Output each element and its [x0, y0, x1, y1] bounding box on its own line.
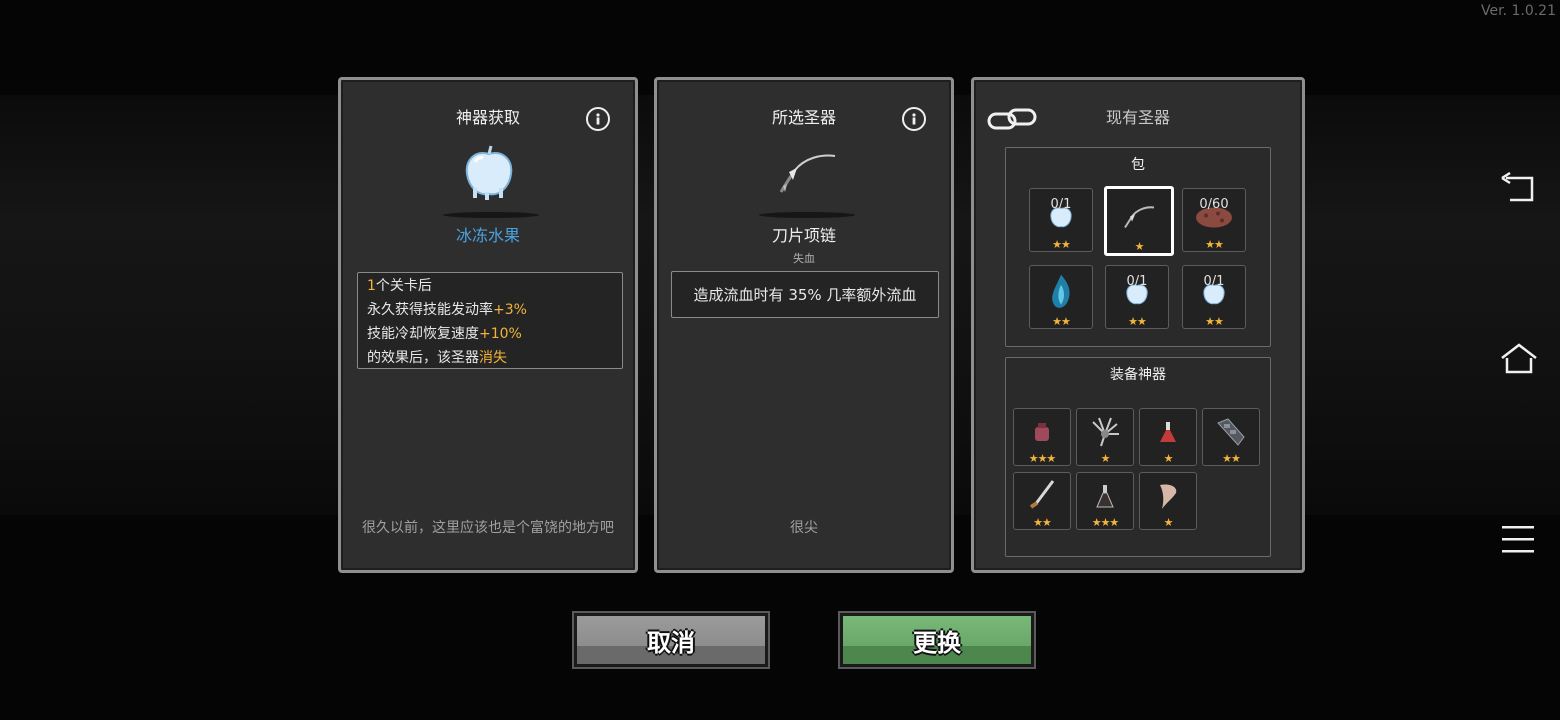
red-potion-icon — [1158, 420, 1178, 448]
panel-title: 现有圣器 — [1105, 108, 1170, 127]
description-text: 的效果后，该圣器 — [367, 350, 479, 366]
description-text: 永久获得技能发动率 — [367, 302, 493, 318]
star-rating: ★★ — [1128, 315, 1147, 328]
star-rating: ★★ — [1222, 452, 1241, 465]
blue-flame-icon — [1046, 273, 1076, 317]
bag-slot-frozen-fruit-icon[interactable]: 0/1 ★★ — [1182, 265, 1246, 329]
equipped-slot-red-pouch-icon[interactable]: ★★★ — [1013, 408, 1071, 466]
bag-slot-frozen-fruit-icon[interactable]: 0/1 ★★ — [1029, 188, 1093, 252]
dark-potion-icon — [1095, 483, 1115, 513]
slot-count: 0/1 — [1050, 197, 1072, 212]
star-rating: ★★ — [1205, 238, 1224, 251]
description-text: 技能冷却恢复速度 — [367, 326, 479, 342]
equipped-slot-gauntlet-icon[interactable]: ★★ — [1202, 408, 1260, 466]
flavor-text: 很久以前，这里应该也是个富饶的地方吧 — [362, 520, 614, 536]
slot-count: 0/1 — [1203, 274, 1225, 289]
bag-slot-frozen-fruit-icon[interactable]: 0/1 ★★ — [1105, 265, 1169, 329]
flavor-text: 很尖 — [790, 520, 818, 536]
bag-slot-blue-flame-icon[interactable]: ★★ — [1029, 265, 1093, 329]
effect-description: 造成流血时有 35% 几率额外流血 — [671, 271, 939, 318]
blade-necklace-icon — [779, 154, 836, 193]
description-line: 永久获得技能发动率+3% — [367, 298, 613, 322]
back-icon[interactable] — [1500, 172, 1536, 204]
highlight-text: +3% — [493, 302, 527, 318]
frozen-fruit-icon — [465, 145, 513, 200]
description-line: 技能冷却恢复速度+10% — [367, 322, 613, 346]
item-name: 冰冻水果 — [455, 226, 520, 245]
bag-slot-blade-necklace-icon[interactable]: ★ — [1104, 186, 1174, 256]
equipped-section: 装备神器 ★★★ ★ ★ ★★ ★★ ★★★ ★ — [1005, 357, 1271, 557]
fang-icon — [1156, 481, 1180, 515]
replace-button[interactable]: 更换 — [838, 611, 1036, 669]
equipped-slot-dagger-icon[interactable]: ★★ — [1013, 472, 1071, 530]
selected-relic-panel: 所选圣器 刀片项链 失血 造成流血时有 35% 几率额外流血 很尖 — [654, 77, 954, 573]
item-shadow — [759, 212, 855, 218]
version-label: Ver. 1.0.21 — [1480, 3, 1556, 19]
gauntlet-icon — [1214, 415, 1248, 453]
claw-icon — [1089, 416, 1121, 452]
star-rating: ★★ — [1033, 516, 1052, 529]
highlight-text: 消失 — [479, 350, 507, 366]
bag-slot-meat-icon[interactable]: 0/60 ★★ — [1182, 188, 1246, 252]
equipped-slot-claw-icon[interactable]: ★ — [1076, 408, 1134, 466]
slot-count: 0/1 — [1126, 274, 1148, 289]
star-rating: ★ — [1163, 452, 1174, 465]
description-line: 的效果后，该圣器消失 — [367, 346, 613, 370]
star-rating: ★ — [1163, 516, 1174, 529]
home-icon[interactable] — [1500, 342, 1538, 376]
cancel-button[interactable]: 取消 — [572, 611, 770, 669]
menu-icon[interactable] — [1500, 524, 1536, 554]
slot-count: 0/60 — [1199, 197, 1229, 212]
owned-relics-panel: 现有圣器 包 0/1 ★★ ★ 0/60 ★★ ★★ 0/1 ★★ 0/1 ★★ 装备神器 ★★★… — [971, 77, 1305, 573]
equipped-slot-red-potion-icon[interactable]: ★ — [1139, 408, 1197, 466]
blade-necklace-icon — [1122, 205, 1156, 235]
star-rating: ★★★ — [1091, 516, 1120, 529]
artifact-acquire-panel: 神器获取 冰冻水果 1个关卡后 永久获得技能发动率+3% 技能冷却恢复速度+10% 的… — [338, 77, 638, 573]
equipped-slot-fang-icon[interactable]: ★ — [1139, 472, 1197, 530]
dagger-icon — [1027, 479, 1057, 517]
item-name: 刀片项链 — [771, 226, 836, 245]
effect-description: 1个关卡后 永久获得技能发动率+3% 技能冷却恢复速度+10% 的效果后，该圣器消失 — [357, 272, 623, 369]
equipped-label: 装备神器 — [1110, 367, 1166, 383]
star-rating: ★ — [1100, 452, 1111, 465]
highlight-text: 1 — [367, 278, 376, 294]
red-pouch-icon — [1031, 421, 1053, 447]
star-rating: ★★★ — [1028, 452, 1057, 465]
bag-section: 包 0/1 ★★ ★ 0/60 ★★ ★★ 0/1 ★★ 0/1 ★★ — [1005, 147, 1271, 347]
equipped-slot-dark-potion-icon[interactable]: ★★★ — [1076, 472, 1134, 530]
info-icon[interactable] — [586, 107, 610, 131]
info-icon[interactable] — [902, 107, 926, 131]
star-rating: ★★ — [1052, 238, 1071, 251]
highlight-text: +10% — [479, 326, 522, 342]
description-text: 个关卡后 — [375, 278, 432, 294]
star-rating: ★★ — [1205, 315, 1224, 328]
star-rating: ★★ — [1052, 315, 1071, 328]
description-line: 1个关卡后 — [367, 274, 613, 298]
bag-label: 包 — [1131, 157, 1145, 173]
item-shadow — [443, 212, 539, 218]
star-rating: ★ — [1134, 240, 1145, 253]
item-tag: 失血 — [793, 252, 815, 265]
